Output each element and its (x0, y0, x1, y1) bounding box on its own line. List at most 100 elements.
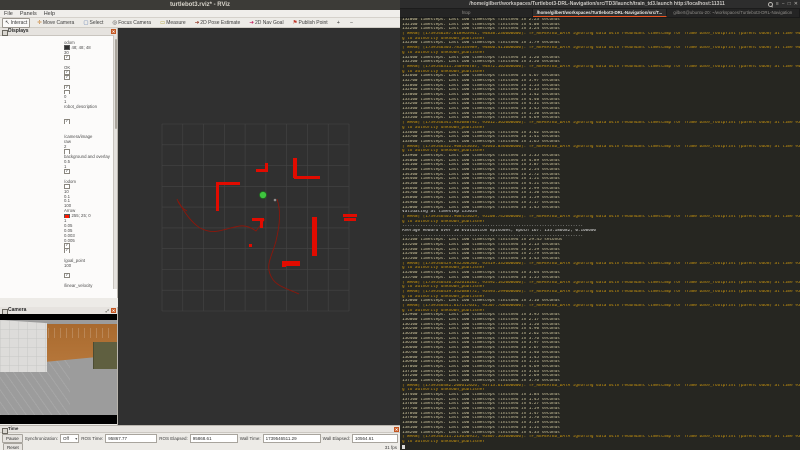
minimize-icon[interactable]: − (782, 0, 785, 9)
rviz-window-title: turtlebot3.rviz* - RViz (169, 2, 231, 8)
rviz-titlebar[interactable]: turtlebot3.rviz* - RViz (0, 0, 400, 10)
laser-scan-mark (293, 158, 297, 178)
viewport-canvas (161, 123, 357, 312)
time-panel-title: Time (8, 426, 19, 431)
focus-camera-icon: ◎ (112, 19, 118, 26)
laser-scan-mark (260, 218, 263, 228)
odometry-trail (177, 200, 266, 232)
time-field-value[interactable]: 1739546511.29 (262, 433, 321, 443)
time-field-value[interactable]: 10564.61 (352, 433, 398, 443)
move-camera-icon: ✛ (37, 19, 42, 26)
close-icon[interactable]: ✕ (111, 28, 116, 34)
close-icon[interactable]: ✕ (794, 0, 798, 9)
laser-scan-mark (249, 244, 252, 247)
goal-point-marker (259, 191, 267, 199)
panel-icon (2, 427, 8, 434)
tool-label: Measure (166, 19, 186, 26)
tool-2d-pose-estimate[interactable]: ➔ 2D Pose Estimate (193, 19, 243, 27)
property-value[interactable]: 100 (64, 288, 71, 289)
tool-label: Publish Point (298, 19, 328, 26)
menu-file[interactable]: File (4, 10, 13, 18)
terminal-window: /home/gilbert/workspaces/Turtlebot3-DRL-… (400, 0, 800, 450)
camera-panel-title: Camera (8, 307, 27, 313)
rviz-menubar: File Panels Help (0, 10, 400, 18)
desktop: turtlebot3.rviz* - RViz File Panels Help ↖… (0, 0, 800, 450)
laser-scan-mark (343, 214, 357, 217)
close-icon[interactable]: ✕ (111, 307, 116, 313)
tool-label: 2D Pose Estimate (200, 19, 241, 26)
tool-2d-nav-goal[interactable]: ➔ 2D Nav Goal (247, 19, 285, 27)
laser-scan-mark (282, 264, 286, 267)
tool-measure[interactable]: ▭ Measure (158, 19, 188, 27)
2d-nav-goal-icon: ➔ (249, 19, 254, 26)
displays-scrollbar[interactable] (113, 35, 117, 289)
publish-point-icon: ⚑ (292, 19, 298, 26)
time-bottom-row: Reset 31 fps (0, 442, 400, 450)
camera-olive-box (93, 342, 117, 369)
camera-grey-wall (0, 320, 47, 372)
menu-panels[interactable]: Panels (20, 10, 37, 18)
sync-label: Synchronization: (24, 435, 59, 441)
tree-row[interactable]: Queue Size100 (0, 288, 114, 289)
terminal-tab-1[interactable]: /home/gilbert/workspaces/Turtlebot3-DRL-… (533, 9, 667, 17)
robot-dot (273, 198, 277, 202)
terminal-cursor (402, 444, 405, 449)
laser-scan-mark (294, 176, 320, 179)
close-icon[interactable]: ✕ (394, 426, 399, 432)
time-field-label: ROS Elapsed: (159, 435, 188, 441)
terminal-titlebar[interactable]: /home/gilbert/workspaces/Turtlebot3-DRL-… (400, 0, 800, 9)
viewport-3d[interactable] (118, 28, 400, 425)
odometry-trail (268, 198, 300, 295)
reset-button[interactable]: Reset (3, 442, 23, 450)
interact-icon: ↖ (5, 19, 10, 26)
time-controls: Pause Synchronization: Off ROS Time:9586… (0, 433, 400, 443)
time-panel-header[interactable]: Time ✕ (0, 426, 400, 434)
laser-scan-mark (217, 182, 240, 185)
sync-dropdown[interactable]: Off (60, 433, 80, 443)
laser-scan-mark (344, 218, 356, 221)
camera-scene (0, 320, 117, 415)
tool-add-tool[interactable]: + (335, 19, 343, 27)
laser-scan-mark (216, 182, 219, 211)
remove-tool-icon: − (349, 19, 354, 26)
terminal-tab-2[interactable]: gilbert@ubuntu-20: ~/workspaces/Turtlebo… (667, 9, 800, 17)
displays-panel-title: Displays (8, 28, 29, 34)
menu-icon[interactable]: ≡ (776, 0, 779, 9)
terminal-tab-0[interactable]: htop (400, 9, 534, 17)
time-field-value[interactable]: 95868.61 (189, 433, 238, 443)
scrollbar-thumb[interactable] (114, 39, 117, 129)
time-field-label: Wall Time: (239, 435, 261, 441)
maximize-icon[interactable]: □ (788, 0, 791, 9)
tool-label: Select (89, 19, 104, 26)
menu-help[interactable]: Help (44, 10, 55, 18)
terminal-window-controls: ≡ − □ ✕ (767, 0, 798, 9)
add-tool-icon: + (336, 19, 340, 26)
measure-icon: ▭ (160, 19, 166, 26)
fps-readout: 31 fps (384, 444, 397, 450)
search-icon[interactable] (767, 1, 773, 8)
rviz-toolbar: ↖ Interact ✛ Move Camera ▢ Select ◎ Focus Camer… (0, 17, 400, 28)
undock-icon[interactable]: ⤢ (106, 308, 109, 313)
camera-image (0, 314, 117, 424)
select-icon: ▢ (83, 19, 89, 26)
camera-panel: Camera ⤢ ✕ (0, 307, 118, 425)
tool-label: Interact (10, 19, 28, 26)
tool-label: Move Camera (42, 19, 75, 26)
rviz-window: turtlebot3.rviz* - RViz File Panels Help ↖… (0, 0, 400, 450)
displays-tree: ▾Global OptionsFixed FrameodomBackground… (0, 35, 114, 289)
tool-publish-point[interactable]: ⚑ Publish Point (291, 19, 330, 27)
terminal-line (402, 444, 800, 450)
camera-wall-speckles (48, 328, 114, 338)
tool-interact[interactable]: ↖ Interact (2, 17, 31, 28)
time-field-label: ROS Time: (81, 435, 104, 441)
time-field-value[interactable]: 95867.77 (105, 433, 158, 443)
displays-panel: Displays ✕ ▾Global OptionsFixed Frameodo… (0, 28, 118, 335)
tool-select[interactable]: ▢ Select (81, 19, 105, 27)
terminal-title: /home/gilbert/workspaces/Turtlebot3-DRL-… (469, 1, 725, 7)
tool-move-camera[interactable]: ✛ Move Camera (35, 19, 76, 27)
tool-focus-camera[interactable]: ◎ Focus Camera (110, 19, 153, 27)
tool-label: Focus Camera (118, 19, 152, 26)
tool-remove-tool[interactable]: − (348, 19, 356, 27)
terminal-output[interactable]: 132000 timesteps. Last 100 timesteps fin… (400, 18, 800, 450)
pause-button[interactable]: Pause (2, 433, 23, 443)
